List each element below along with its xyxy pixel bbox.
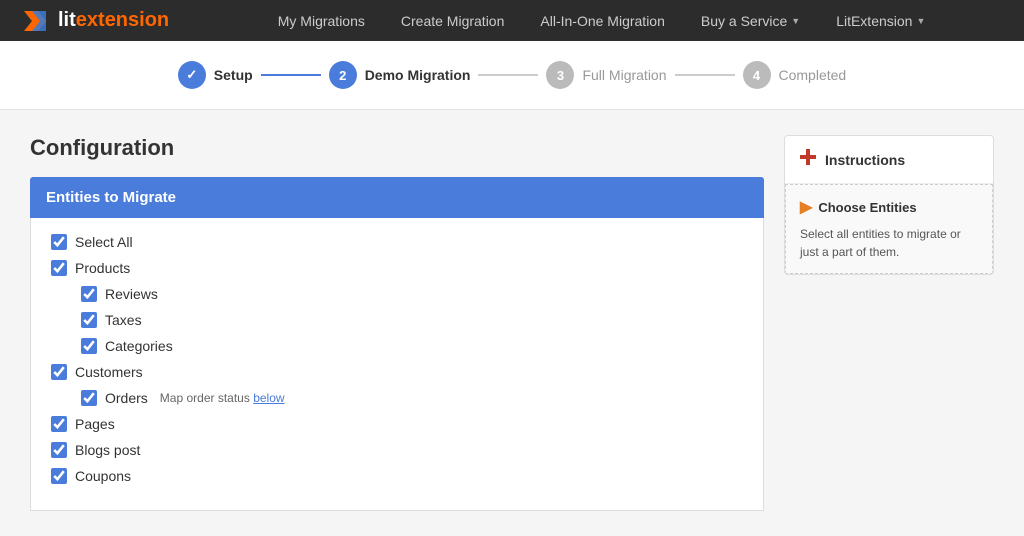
step-connector-3 [675,74,735,76]
brand-logo-area[interactable]: litextension [20,5,169,37]
checkbox-row-blogs-post: Blogs post [51,442,743,458]
nav-menu: My Migrations Create Migration All-In-On… [199,0,1004,41]
nav-all-in-one[interactable]: All-In-One Migration [522,0,683,41]
map-order-anchor[interactable]: below [253,391,284,405]
checkbox-row-reviews: Reviews [81,286,743,302]
checkbox-label-customers: Customers [75,364,143,380]
step-3-label: Full Migration [582,67,666,83]
step-1-setup: ✓ Setup [178,61,253,89]
checkbox-orders[interactable] [81,390,97,406]
checkbox-row-select-all: Select All [51,234,743,250]
map-order-link: Map order status below [160,391,285,405]
nav-litextension[interactable]: LitExtension [818,0,943,41]
checkbox-select-all[interactable] [51,234,67,250]
checkbox-row-orders: Orders Map order status below [81,390,743,406]
checkbox-label-coupons: Coupons [75,468,131,484]
checkbox-row-coupons: Coupons [51,468,743,484]
entities-header: Entities to Migrate [30,177,764,218]
step-4-label: Completed [779,67,847,83]
checkbox-label-orders: Orders [105,390,148,406]
left-panel: Configuration Entities to Migrate Select… [30,135,764,511]
step-3-circle: 3 [546,61,574,89]
nav-create-migration[interactable]: Create Migration [383,0,523,41]
step-2-circle: 2 [329,61,357,89]
checkbox-products[interactable] [51,260,67,276]
brand-icon [20,5,52,37]
instructions-icon [799,148,817,171]
checkbox-label-products: Products [75,260,130,276]
checkbox-label-blogs-post: Blogs post [75,442,140,458]
choose-entities-section: ▶ Choose Entities Select all entities to… [785,184,993,274]
checkbox-taxes[interactable] [81,312,97,328]
checkbox-reviews[interactable] [81,286,97,302]
checkbox-blogs-post[interactable] [51,442,67,458]
step-connector-1 [261,74,321,76]
navbar: litextension My Migrations Create Migrat… [0,0,1024,41]
checkbox-label-taxes: Taxes [105,312,142,328]
checkbox-coupons[interactable] [51,468,67,484]
arrow-right-icon: ▶ [800,197,812,217]
checkbox-label-pages: Pages [75,416,115,432]
right-panel: Instructions ▶ Choose Entities Select al… [784,135,994,511]
instructions-box: Instructions ▶ Choose Entities Select al… [784,135,994,275]
nav-my-migrations[interactable]: My Migrations [260,0,383,41]
main-content: Configuration Entities to Migrate Select… [0,110,1024,536]
checkbox-row-customers: Customers [51,364,743,380]
brand-name: litextension [58,9,169,32]
step-1-label: Setup [214,67,253,83]
checkbox-categories[interactable] [81,338,97,354]
checkbox-row-products: Products [51,260,743,276]
instructions-header: Instructions [785,136,993,184]
checkbox-label-categories: Categories [105,338,173,354]
nav-buy-service[interactable]: Buy a Service [683,0,818,41]
step-4-completed: 4 Completed [743,61,847,89]
step-4-circle: 4 [743,61,771,89]
step-connector-2 [478,74,538,76]
stepper-container: ✓ Setup 2 Demo Migration 3 Full Migratio… [0,41,1024,110]
step-2-label: Demo Migration [365,67,471,83]
checkbox-customers[interactable] [51,364,67,380]
step-2-demo: 2 Demo Migration [329,61,471,89]
config-title: Configuration [30,135,764,161]
entities-body: Select All Products Reviews Taxes Catego… [30,218,764,511]
step-3-full: 3 Full Migration [546,61,666,89]
checkbox-label-select-all: Select All [75,234,133,250]
checkbox-row-pages: Pages [51,416,743,432]
choose-entities-label: ▶ Choose Entities [800,197,978,217]
checkbox-row-taxes: Taxes [81,312,743,328]
checkbox-pages[interactable] [51,416,67,432]
step-1-circle: ✓ [178,61,206,89]
checkbox-row-categories: Categories [81,338,743,354]
checkbox-label-reviews: Reviews [105,286,158,302]
stepper: ✓ Setup 2 Demo Migration 3 Full Migratio… [178,61,846,89]
choose-entities-desc: Select all entities to migrate or just a… [800,225,978,261]
instructions-title: Instructions [825,152,905,168]
